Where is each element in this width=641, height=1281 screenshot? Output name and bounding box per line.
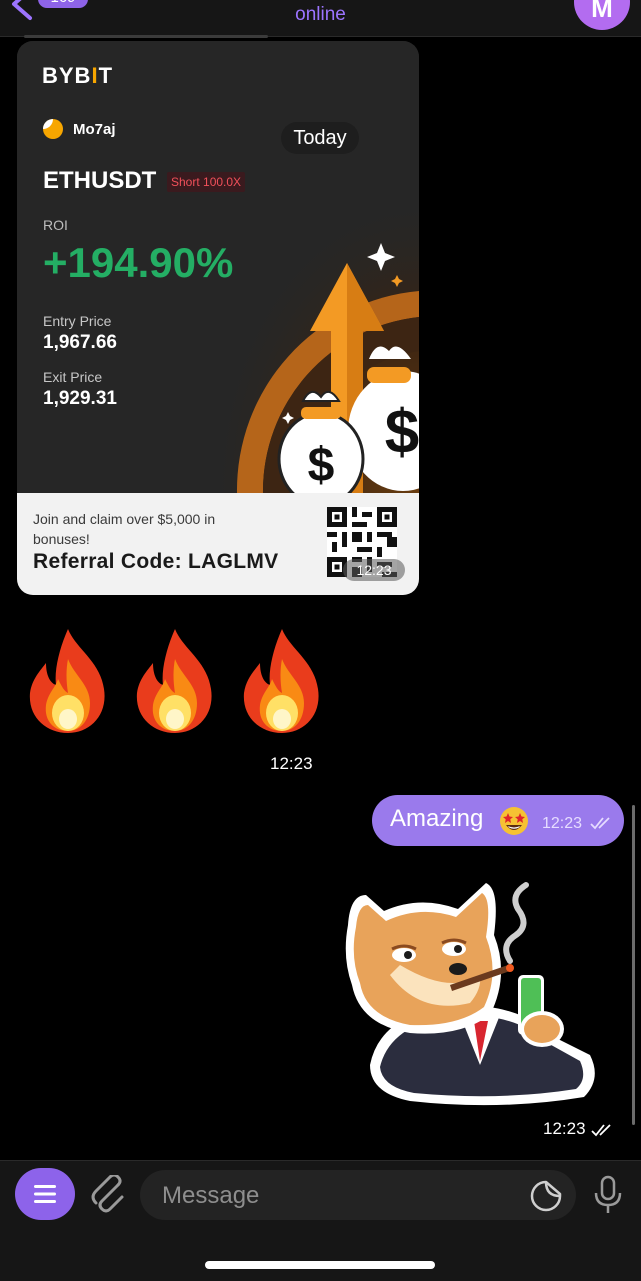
message-field[interactable] [140,1170,576,1222]
money-bags-illustration: $ $ [207,191,419,493]
home-indicator[interactable] [205,1261,435,1269]
star-struck-emoji-icon [500,807,528,835]
bybit-trade-card[interactable]: BYBIT Mo7aj $ $ Today ETHUSDT Short 100.… [17,41,419,595]
scrollbar[interactable] [632,805,635,1125]
user-avatar-icon [43,119,63,139]
message-time: 12:23 [543,1119,586,1138]
message-composer [0,1160,641,1281]
outgoing-message-bubble[interactable]: Amazing 12:23 [372,795,624,846]
previous-message-edge [24,35,268,38]
date-chip: Today [281,122,359,154]
message-time: 12:23 [270,754,313,773]
trading-pair: ETHUSDT [43,167,157,194]
chat-status: online [295,4,346,25]
attach-icon[interactable] [90,1175,126,1215]
fire-emoji-icon [136,629,212,733]
message-time: 12:23 [542,815,583,832]
message-text: Amazing [390,805,484,832]
chat-history[interactable]: BYBIT Mo7aj $ $ Today ETHUSDT Short 100.… [0,35,641,1160]
fire-emoji-icon [243,629,319,733]
exit-price-label: Exit Price [43,369,103,385]
svg-text:$: $ [385,398,419,467]
card-footer: Join and claim over $5,000 in bonuses! R… [17,493,419,595]
chat-header: 169 online M [0,0,641,37]
fire-emoji-icon [29,629,105,733]
entry-price-value: 1,967.66 [43,332,117,353]
entry-price-label: Entry Price [43,313,112,329]
promo-text: Join and claim over $5,000 in bonuses! [33,511,216,547]
read-receipt-icon [590,817,610,830]
trader-name: Mo7aj [73,120,116,138]
bybit-logo: BYBIT [42,63,114,88]
referral-code: Referral Code: LAGLMV [33,550,279,573]
roi-value: +194.90% [43,239,234,286]
shiba-businessman-sticker[interactable] [340,865,602,1109]
message-input[interactable] [160,1170,524,1222]
message-time: 12:23 [343,559,405,581]
microphone-icon[interactable] [590,1175,626,1215]
read-receipt-icon [591,1124,611,1137]
menu-icon [34,1185,56,1203]
sticker-icon[interactable] [530,1180,562,1212]
fire-emoji-message[interactable] [24,627,334,737]
card-main: BYBIT Mo7aj $ $ Today ETHUSDT Short 100.… [17,41,419,493]
bot-menu-button[interactable] [15,1168,75,1220]
position-side-tag: Short 100.0X [167,172,246,192]
roi-label: ROI [43,217,68,233]
exit-price-value: 1,929.31 [43,388,117,409]
trader-row: Mo7aj [43,119,116,139]
svg-text:$: $ [308,439,335,492]
